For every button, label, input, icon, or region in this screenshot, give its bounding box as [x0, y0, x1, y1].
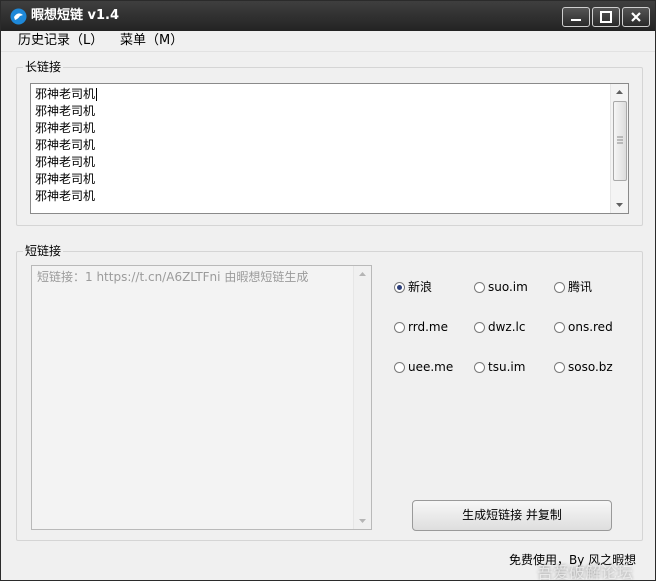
list-item: 邪神老司机 — [35, 138, 96, 152]
menu-history[interactable]: 历史记录（L） — [15, 32, 106, 50]
radio-dot-icon — [474, 322, 485, 333]
list-item: 邪神老司机 — [35, 87, 98, 101]
radio-uee-me[interactable]: uee.me — [394, 359, 453, 375]
radio-ons-red[interactable]: ons.red — [554, 319, 613, 335]
menu-bar: 历史记录（L） 菜单（M） — [1, 31, 655, 52]
radio-dwz-lc[interactable]: dwz.lc — [474, 319, 525, 335]
radio-dot-icon — [394, 322, 405, 333]
list-item: 邪神老司机 — [35, 104, 96, 118]
radio-dot-icon — [394, 362, 405, 373]
radio-tsu-im[interactable]: tsu.im — [474, 359, 525, 375]
radio-tencent[interactable]: 腾讯 — [554, 279, 592, 295]
radio-dot-icon — [474, 362, 485, 373]
radio-soso-bz[interactable]: soso.bz — [554, 359, 613, 375]
window-title: 暇想短链 v1.4 — [31, 8, 120, 23]
list-item: 邪神老司机 — [35, 121, 96, 135]
generate-copy-button[interactable]: 生成短链接 并复制 — [412, 500, 612, 531]
minimize-button[interactable] — [562, 7, 590, 27]
radio-dot-icon — [554, 322, 565, 333]
list-item: 邪神老司机 — [35, 155, 96, 169]
radio-sina[interactable]: 新浪 — [394, 279, 432, 295]
scroll-down-icon — [359, 519, 366, 523]
maximize-icon — [600, 11, 612, 23]
menu-main[interactable]: 菜单（M） — [117, 32, 186, 50]
close-icon — [631, 12, 641, 22]
title-bar[interactable]: 暇想短链 v1.4 — [1, 1, 655, 31]
radio-dot-icon — [474, 282, 485, 293]
short-link-text: 短链接：1 https://t.cn/A6ZLTFni 由暇想短链生成 — [37, 270, 309, 284]
long-link-label: 长链接 — [23, 59, 64, 75]
watermark: 吾爱破解论坛 — [537, 563, 634, 581]
minimize-icon — [571, 19, 581, 21]
radio-dot-icon — [394, 282, 405, 293]
close-button[interactable] — [622, 7, 650, 27]
long-link-input[interactable]: 邪神老司机 邪神老司机 邪神老司机 邪神老司机 邪神老司机 邪神老司机 邪神老司… — [30, 83, 629, 214]
radio-dot-icon — [554, 362, 565, 373]
short-link-label: 短链接 — [23, 243, 64, 259]
text-caret — [96, 88, 98, 101]
radio-suo-im[interactable]: suo.im — [474, 279, 528, 295]
long-link-lines: 邪神老司机 邪神老司机 邪神老司机 邪神老司机 邪神老司机 邪神老司机 邪神老司… — [35, 86, 98, 205]
short-link-scrollbar — [353, 266, 371, 529]
short-link-output[interactable]: 短链接：1 https://t.cn/A6ZLTFni 由暇想短链生成 — [31, 265, 372, 530]
maximize-button[interactable] — [592, 7, 620, 27]
app-window: 暇想短链 v1.4 历史记录（L） 菜单（M） 长链接 邪神老司机 邪神老司机 … — [0, 0, 656, 581]
scroll-thumb[interactable] — [613, 101, 627, 181]
list-item: 邪神老司机 — [35, 189, 96, 203]
radio-dot-icon — [554, 282, 565, 293]
radio-rrd-me[interactable]: rrd.me — [394, 319, 448, 335]
scroll-up-icon[interactable] — [611, 84, 628, 100]
long-link-scrollbar[interactable] — [610, 84, 628, 213]
scroll-down-icon[interactable] — [611, 197, 628, 213]
grip-icon — [617, 136, 623, 144]
list-item: 邪神老司机 — [35, 172, 96, 186]
scroll-up-icon — [359, 272, 366, 276]
app-logo-icon — [10, 8, 27, 25]
